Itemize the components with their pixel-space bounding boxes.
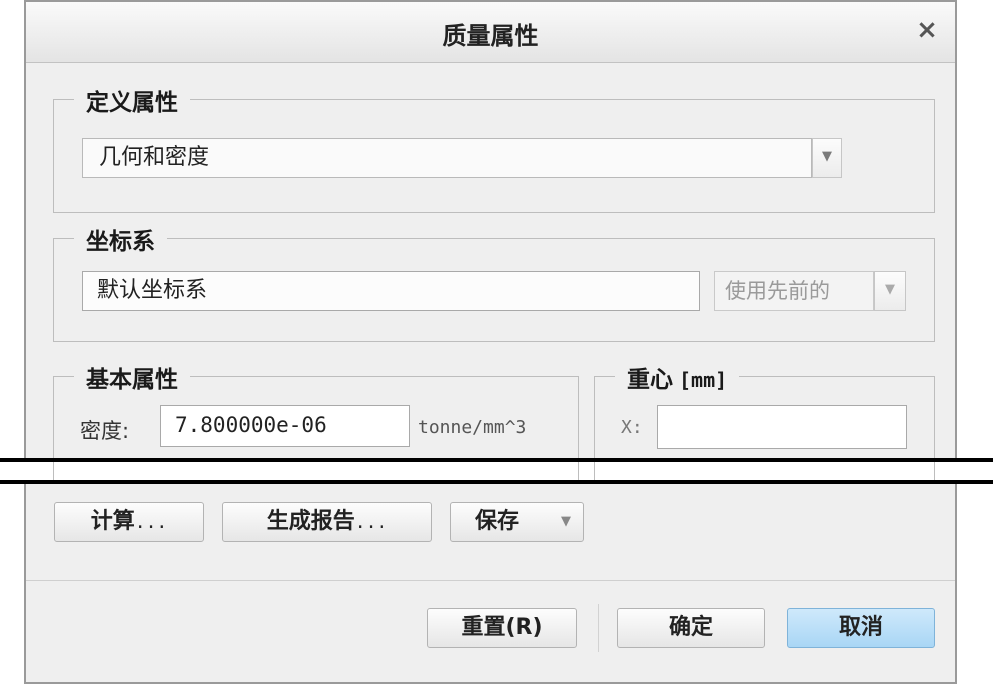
footer-separator [26, 580, 955, 581]
coordinate-system-legend: 坐标系 [74, 222, 167, 256]
define-properties-group: 定义属性 几何和密度 ▼ [53, 83, 935, 213]
basic-properties-group: 基本属性 密度: 7.800000e-06 tonne/mm^3 [53, 360, 579, 486]
center-of-gravity-title: 重心 [627, 367, 673, 393]
close-icon[interactable]: × [911, 12, 943, 48]
compute-ellipsis: ... [134, 512, 168, 533]
dialog-title: 质量属性 [442, 22, 539, 50]
report-ellipsis: ... [354, 512, 388, 533]
reset-button[interactable]: 重置(R) [427, 608, 577, 648]
cut-line-top [0, 458, 993, 462]
density-label: 密度: [80, 419, 130, 443]
density-input[interactable]: 7.800000e-06 [160, 405, 410, 447]
ok-button[interactable]: 确定 [617, 608, 765, 648]
define-properties-select[interactable]: 几何和密度 [82, 138, 812, 178]
coordinate-mode-value: 使用先前的 [725, 279, 830, 303]
footer-divider [598, 604, 599, 652]
coordinate-mode-select[interactable]: 使用先前的 [714, 271, 874, 311]
save-button[interactable]: 保存 ▼ [450, 502, 584, 542]
cancel-label: 取消 [838, 615, 883, 640]
compute-button[interactable]: 计算... [54, 502, 204, 542]
dialog-bottom-section: 计算... 生成报告... 保存 ▼ 重置(R) 确定 取消 [24, 484, 957, 684]
center-of-gravity-legend: 重心 [mm] [615, 360, 740, 394]
coordinate-system-group: 坐标系 默认坐标系 使用先前的 ▼ [53, 222, 935, 342]
basic-properties-legend: 基本属性 [74, 360, 190, 394]
chevron-down-icon[interactable]: ▼ [561, 503, 571, 541]
define-properties-value: 几何和密度 [99, 145, 210, 170]
chevron-down-icon[interactable]: ▼ [874, 271, 906, 311]
coordinate-system-field[interactable]: 默认坐标系 [82, 271, 700, 311]
ok-label: 确定 [668, 615, 713, 640]
generate-report-button[interactable]: 生成报告... [222, 502, 432, 542]
save-label: 保存 [475, 509, 520, 534]
cancel-button[interactable]: 取消 [787, 608, 935, 648]
center-of-gravity-group: 重心 [mm] X: [594, 360, 935, 486]
x-input[interactable] [657, 405, 907, 449]
compute-label: 计算 [90, 509, 135, 534]
define-properties-legend: 定义属性 [74, 83, 190, 117]
chevron-down-icon[interactable]: ▼ [812, 138, 842, 178]
center-of-gravity-unit: [mm] [679, 368, 728, 392]
title-bar[interactable]: 质量属性 × [26, 2, 955, 63]
density-unit: tonne/mm^3 [418, 417, 527, 438]
coordinate-system-value: 默认坐标系 [97, 278, 208, 303]
report-label: 生成报告 [266, 509, 355, 534]
dialog-top-section: 质量属性 × 定义属性 几何和密度 ▼ 坐标系 默认坐标系 使用先前的 ▼ 基本… [24, 0, 957, 486]
density-value: 7.800000e-06 [175, 413, 327, 437]
x-label: X: [621, 417, 643, 438]
reset-label: 重置(R) [461, 615, 543, 640]
